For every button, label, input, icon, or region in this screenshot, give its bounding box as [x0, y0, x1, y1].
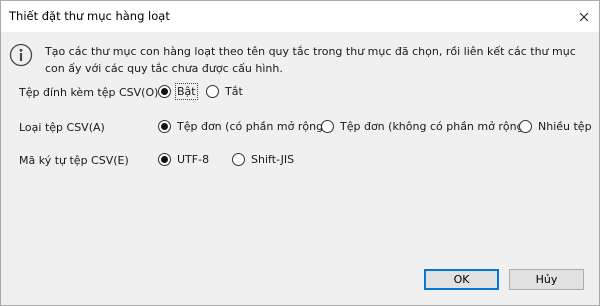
radio-label: Tệp đơn (không có phần mở rộng) [340, 120, 528, 133]
csv-attach-on-radio[interactable]: Bật [158, 83, 198, 100]
csv-attach-label: Tệp đính kèm tệp CSV(O) [19, 86, 159, 99]
csv-encoding-label: Mã ký tự tệp CSV(E) [19, 154, 129, 167]
radio-indicator [519, 120, 532, 133]
radio-label: Nhiều tệp [538, 120, 592, 133]
radio-indicator [206, 85, 219, 98]
csv-type-single-noext-radio[interactable]: Tệp đơn (không có phần mở rộng) [321, 120, 528, 133]
radio-label: Shift-JIS [251, 153, 295, 166]
close-icon [579, 12, 589, 21]
radio-label: Tắt [225, 85, 243, 98]
close-button[interactable] [569, 1, 599, 32]
radio-label: UTF-8 [177, 153, 210, 166]
radio-indicator [232, 153, 245, 166]
dialog-title: Thiết đặt thư mục hàng loạt [9, 9, 170, 23]
info-description: Tạo các thư mục con hàng loạt theo tên q… [45, 45, 576, 75]
title-bar: Thiết đặt thư mục hàng loạt [1, 1, 599, 32]
csv-type-multiple-radio[interactable]: Nhiều tệp [519, 120, 592, 133]
radio-label: Bật [175, 83, 198, 100]
cancel-button[interactable]: Hủy [509, 269, 584, 290]
csv-type-single-ext-radio[interactable]: Tệp đơn (có phần mở rộng) [158, 120, 327, 133]
radio-selected-indicator [158, 153, 171, 166]
info-icon [9, 43, 33, 67]
dialog-content: Tạo các thư mục con hàng loạt theo tên q… [1, 32, 599, 305]
settings-dialog: Thiết đặt thư mục hàng loạt Tạo các thư … [0, 0, 600, 306]
radio-label: Tệp đơn (có phần mở rộng) [177, 120, 328, 133]
csv-encoding-sjis-radio[interactable]: Shift-JIS [232, 153, 294, 166]
csv-attach-off-radio[interactable]: Tắt [206, 85, 243, 98]
ok-button[interactable]: OK [424, 269, 499, 290]
csv-type-label: Loại tệp CSV(A) [19, 121, 105, 134]
radio-selected-indicator [158, 120, 171, 133]
csv-encoding-utf8-radio[interactable]: UTF-8 [158, 153, 209, 166]
radio-selected-indicator [158, 85, 171, 98]
radio-indicator [321, 120, 334, 133]
